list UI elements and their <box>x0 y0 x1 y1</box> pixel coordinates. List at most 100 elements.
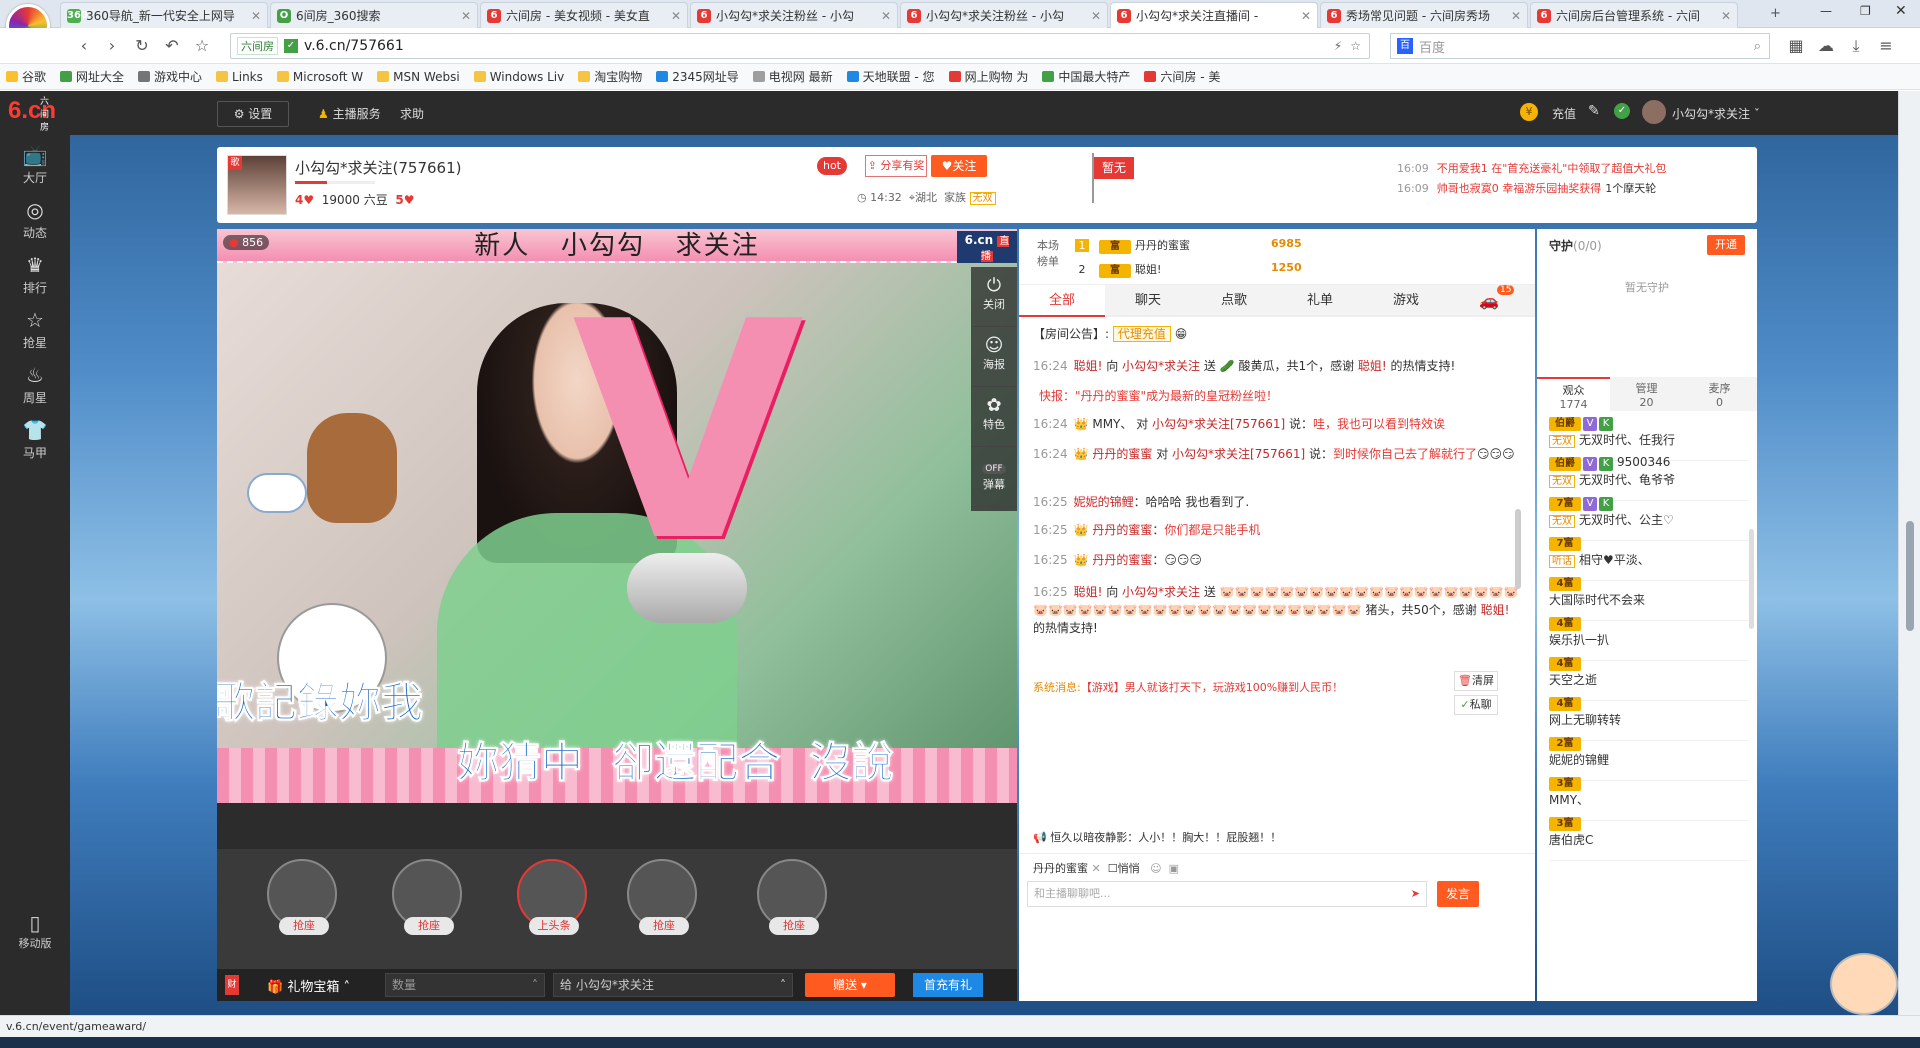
car-icon[interactable]: 🚗 15 <box>1479 285 1515 310</box>
tab-close-icon[interactable]: ✕ <box>251 9 261 23</box>
audience-scrollbar[interactable] <box>1749 529 1754 629</box>
open-guard-button[interactable]: 开通 <box>1707 235 1745 255</box>
sidebar-item[interactable]: ☆ 抢星 <box>0 308 70 368</box>
close-window-button[interactable]: ✕ <box>1895 3 1907 19</box>
share-button[interactable]: ⇪ 分享有奖 <box>865 155 927 177</box>
bookmark-item[interactable]: 电视网 最新 <box>752 68 833 85</box>
rank-row[interactable]: 2 富聪姐! 1250 <box>1075 261 1495 278</box>
seat-3[interactable]: 抢座 <box>627 859 697 935</box>
bookmark-item[interactable]: 网址大全 <box>60 68 124 85</box>
minimize-button[interactable]: — <box>1820 4 1832 18</box>
search-input[interactable]: 百 百度 ⌕ <box>1390 33 1770 59</box>
chat-tab[interactable]: 游戏 <box>1363 285 1449 317</box>
bookmark-item[interactable]: MSN Websi <box>377 70 460 84</box>
bookmark-item[interactable]: 网上购物 为 <box>948 68 1028 85</box>
edit-icon[interactable]: ✎ <box>1588 103 1600 119</box>
browser-tab[interactable]: 6 小勾勾*求关注粉丝 - 小勾 ✕ <box>900 2 1108 28</box>
search-icon[interactable]: ⌕ <box>1754 39 1761 54</box>
bookmark-item[interactable]: 六间房 - 美 <box>1144 68 1220 85</box>
sidebar-item[interactable]: 👕 马甲 <box>0 418 70 478</box>
tab-close-icon[interactable]: ✕ <box>461 9 471 23</box>
browser-tab[interactable]: 6 小勾勾*求关注粉丝 - 小勾 ✕ <box>690 2 898 28</box>
seat-1[interactable]: 抢座 <box>267 859 337 935</box>
bookmark-item[interactable]: 游戏中心 <box>138 68 202 85</box>
send-message-button[interactable]: 发言 <box>1437 881 1479 907</box>
lightning-icon[interactable]: ⚡ <box>1334 39 1342 53</box>
quantity-input[interactable]: 数量 ˄ <box>385 973 545 997</box>
notice-item[interactable]: 16:09 帅哥也寂寞0 幸福游乐园抽奖获得 1个摩天轮 <box>1397 179 1737 199</box>
star-icon[interactable]: ☆ <box>190 34 214 58</box>
site-logo[interactable]: 6.cn 六间房 <box>8 96 56 132</box>
rank-row[interactable]: 1 富丹丹的蜜蜜 6985 <box>1075 237 1495 254</box>
browser-tab[interactable]: 6 小勾勾*求关注直播间 - ✕ <box>1110 2 1318 28</box>
seat-2[interactable]: 抢座 <box>392 859 462 935</box>
bookmark-item[interactable]: Links <box>216 70 263 84</box>
settings-button[interactable]: ⚙ 设置 <box>217 101 289 127</box>
user-menu[interactable]: 小勾勾*求关注 ˇ <box>1672 105 1760 122</box>
chat-tab[interactable]: 全部 <box>1019 285 1105 317</box>
family-badge[interactable]: 无双 <box>969 192 996 205</box>
video-control-3[interactable]: OFF 弹幕 <box>971 447 1017 507</box>
bookmark-item[interactable]: Microsoft W <box>276 70 363 84</box>
emoji-icon[interactable]: ☺ <box>1150 862 1161 875</box>
private-chat-button[interactable]: ✓私聊 <box>1454 695 1498 715</box>
system-text[interactable]: 【游戏】男人就该打天下，玩游戏100%赚到人民币！ <box>1081 681 1343 694</box>
browser-tab[interactable]: 6 秀场常见问题 - 六间房秀场 ✕ <box>1320 2 1528 28</box>
tab-close-icon[interactable]: ✕ <box>1091 9 1101 23</box>
clear-button[interactable]: 🗑清屏 <box>1454 671 1498 691</box>
menu-icon[interactable]: ≡ <box>1874 34 1898 58</box>
maximize-button[interactable]: ❐ <box>1860 4 1871 18</box>
first-recharge-button[interactable]: 首充有礼 <box>913 973 983 997</box>
bookmark-item[interactable]: 谷歌 <box>6 68 46 85</box>
video-control-2[interactable]: ✿ 特色 <box>971 387 1017 447</box>
back-icon[interactable]: ‹ <box>72 34 96 58</box>
sidebar-item[interactable]: ♛ 排行 <box>0 253 70 313</box>
tab-close-icon[interactable]: ✕ <box>1511 9 1521 23</box>
chat-input[interactable]: 和主播聊聊吧... ➤ <box>1027 881 1427 907</box>
anchor-avatar[interactable]: 歌 <box>227 155 287 215</box>
undo-icon[interactable]: ↶ <box>160 34 184 58</box>
mobile-version-link[interactable]: ▯ 移动版 <box>0 911 70 971</box>
notice-item[interactable]: 16:09 不用爱我1 在"首充送豪礼"中领取了超值大礼包 <box>1397 159 1737 179</box>
user-avatar[interactable] <box>1642 100 1666 124</box>
download-icon[interactable]: ⤓ <box>1844 34 1868 58</box>
new-tab-button[interactable]: + <box>1770 6 1781 21</box>
chat-tab[interactable]: 点歌 <box>1191 285 1277 317</box>
image-icon[interactable]: ▣ <box>1169 862 1179 875</box>
sidebar-item[interactable]: 📺 大厅 <box>0 143 70 203</box>
sidebar-item[interactable]: ♨ 周星 <box>0 363 70 423</box>
close-icon[interactable]: ✕ <box>1092 862 1101 875</box>
danmu-toggle[interactable]: OFF <box>982 464 1006 474</box>
audience-tab[interactable]: 麦序 0 <box>1683 377 1756 411</box>
chat-tab[interactable]: 礼单 <box>1277 285 1363 317</box>
browser-tab[interactable]: 6 六间房 - 美女视频 - 美女直 ✕ <box>480 2 688 28</box>
bookmark-item[interactable]: Windows Liv <box>473 70 564 84</box>
audience-tab[interactable]: 管理 20 <box>1610 377 1683 411</box>
bookmark-item[interactable]: 淘宝购物 <box>578 68 642 85</box>
tab-close-icon[interactable]: ✕ <box>671 9 681 23</box>
chat-scrollbar[interactable] <box>1515 509 1521 589</box>
page-scrollbar[interactable] <box>1898 91 1920 1015</box>
browser-tab[interactable]: 6 六间房后台管理系统 - 六间 ✕ <box>1530 2 1738 28</box>
tab-close-icon[interactable]: ✕ <box>1721 9 1731 23</box>
bookmark-item[interactable]: 中国最大特产 <box>1042 68 1130 85</box>
help-link[interactable]: 求助 <box>400 105 424 122</box>
apps-icon[interactable]: ▦ <box>1784 34 1808 58</box>
sidebar-item[interactable]: ◎ 动态 <box>0 198 70 258</box>
seat-4[interactable]: 抢座 <box>757 859 827 935</box>
video-control-0[interactable]: ⏻ 关闭 <box>971 267 1017 327</box>
gift-box-button[interactable]: 🎁 礼物宝箱 ˄ <box>267 976 377 995</box>
headline-seat[interactable]: 上头条 <box>517 859 587 935</box>
tab-close-icon[interactable]: ✕ <box>1301 9 1311 23</box>
bookmark-item[interactable]: 2345网址导 <box>656 68 739 85</box>
browser-tab[interactable]: 360 360导航_新一代安全上网导 ✕ <box>60 2 268 28</box>
forward-icon[interactable]: › <box>100 34 124 58</box>
chat-target[interactable]: 丹丹的蜜蜜 <box>1033 862 1088 875</box>
send-gift-button[interactable]: 赠送 ▾ <box>805 973 895 997</box>
recharge-link[interactable]: 充值 <box>1552 105 1576 122</box>
reload-icon[interactable]: ↻ <box>130 34 154 58</box>
video-control-1[interactable]: ☺ 海报 <box>971 327 1017 387</box>
anchor-service-link[interactable]: ♟ 主播服务 <box>318 105 381 122</box>
follow-button[interactable]: ♥关注 <box>931 155 987 177</box>
bookmark-star-icon[interactable]: ☆ <box>1350 39 1361 53</box>
